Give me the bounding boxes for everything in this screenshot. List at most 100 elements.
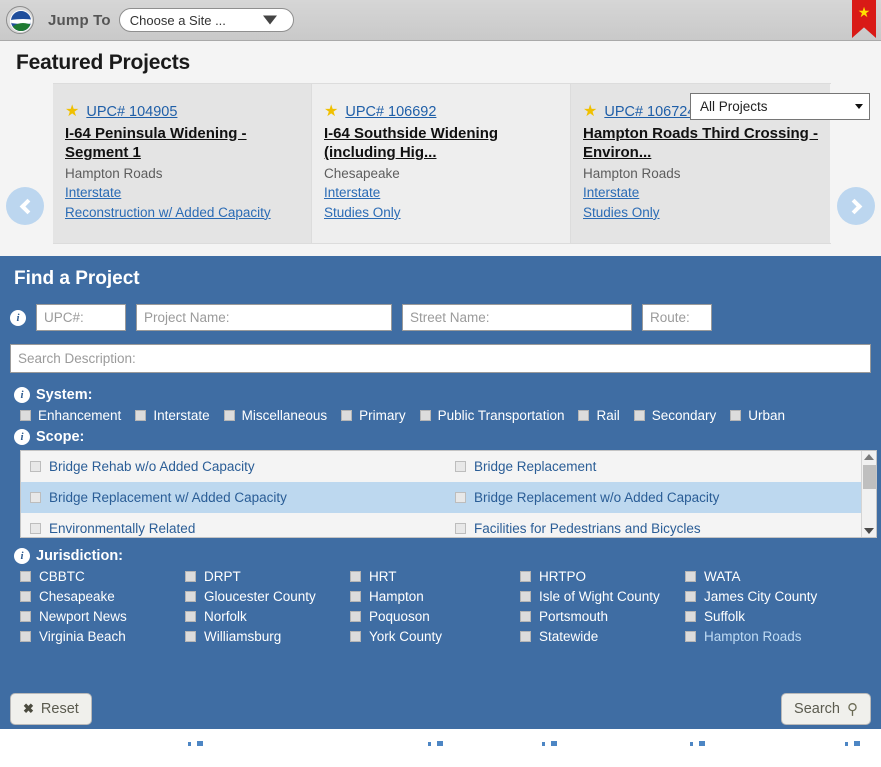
checkbox-icon[interactable]	[685, 611, 696, 622]
project-scope-link[interactable]: Reconstruction w/ Added Capacity	[65, 203, 299, 223]
checkbox-icon[interactable]	[20, 591, 31, 602]
checkbox-icon[interactable]	[20, 611, 31, 622]
jurisdiction-checkbox-statewide[interactable]: Statewide	[520, 629, 685, 644]
featured-project-card[interactable]: ★ UPC# 106692 I-64 Southside Widening (i…	[312, 84, 571, 243]
checkbox-icon[interactable]	[350, 611, 361, 622]
scope-list-box[interactable]: Bridge Rehab w/o Added Capacity Bridge R…	[20, 450, 877, 538]
system-checkbox-secondary[interactable]: Secondary	[633, 408, 716, 423]
project-filter-dropdown[interactable]: All Projects	[690, 93, 870, 120]
bookmark-ribbon[interactable]: ★	[852, 0, 876, 38]
checkbox-icon[interactable]	[20, 410, 31, 421]
system-checkbox-miscellaneous[interactable]: Miscellaneous	[223, 408, 327, 423]
checkbox-icon[interactable]	[455, 461, 466, 472]
jurisdiction-checkbox-hampton[interactable]: Hampton	[350, 589, 520, 604]
project-system-link[interactable]: Interstate	[324, 183, 558, 203]
info-icon[interactable]: i	[14, 548, 30, 564]
checkbox-icon[interactable]	[520, 591, 531, 602]
project-name-input[interactable]: Project Name:	[136, 304, 392, 331]
upc-input[interactable]: UPC#:	[36, 304, 126, 331]
checkbox-icon[interactable]	[633, 410, 645, 421]
jurisdiction-checkbox-williamsburg[interactable]: Williamsburg	[185, 629, 350, 644]
checkbox-icon[interactable]	[350, 571, 361, 582]
jurisdiction-checkbox-chesapeake[interactable]: Chesapeake	[20, 589, 185, 604]
jurisdiction-checkbox-gloucester-county[interactable]: Gloucester County	[185, 589, 350, 604]
jurisdiction-checkbox-poquoson[interactable]: Poquoson	[350, 609, 520, 624]
checkbox-icon[interactable]	[223, 410, 235, 421]
checkbox-icon[interactable]	[341, 410, 353, 421]
jurisdiction-checkbox-cbbtc[interactable]: CBBTC	[20, 569, 185, 584]
checkbox-icon[interactable]	[185, 591, 196, 602]
scroll-up-arrow-icon[interactable]	[864, 454, 874, 460]
checkbox-icon[interactable]	[185, 611, 196, 622]
site-select-dropdown[interactable]: Choose a Site ...	[118, 8, 294, 32]
checkbox-icon[interactable]	[455, 492, 466, 503]
checkbox-icon[interactable]	[30, 461, 41, 472]
jurisdiction-checkbox-isle-of-wight-county[interactable]: Isle of Wight County	[520, 589, 685, 604]
project-scope-link[interactable]: Studies Only	[583, 203, 818, 223]
project-scope-link[interactable]: Studies Only	[324, 203, 558, 223]
checkbox-icon[interactable]	[135, 410, 147, 421]
search-button[interactable]: Search ⚲	[781, 693, 871, 725]
jurisdiction-checkbox-hampton-roads[interactable]: Hampton Roads	[685, 629, 865, 644]
checkbox-icon[interactable]	[730, 410, 742, 421]
scope-checkbox-bridge-rehab-wo-added-capacity[interactable]: Bridge Rehab w/o Added Capacity	[21, 459, 446, 474]
jurisdiction-checkbox-newport-news[interactable]: Newport News	[20, 609, 185, 624]
checkbox-icon[interactable]	[520, 611, 531, 622]
jurisdiction-checkbox-hrt[interactable]: HRT	[350, 569, 520, 584]
checkbox-icon[interactable]	[20, 571, 31, 582]
info-icon[interactable]: i	[10, 309, 26, 326]
checkbox-icon[interactable]	[185, 631, 196, 642]
jurisdiction-checkbox-suffolk[interactable]: Suffolk	[685, 609, 865, 624]
project-title-link[interactable]: I-64 Peninsula Widening - Segment 1	[65, 124, 299, 163]
system-checkbox-enhancement[interactable]: Enhancement	[20, 408, 121, 423]
checkbox-icon[interactable]	[520, 571, 531, 582]
system-checkbox-rail[interactable]: Rail	[578, 408, 620, 423]
checkbox-icon[interactable]	[455, 523, 466, 534]
checkbox-icon[interactable]	[30, 492, 41, 503]
info-icon[interactable]: i	[14, 387, 30, 403]
jurisdiction-checkbox-portsmouth[interactable]: Portsmouth	[520, 609, 685, 624]
checkbox-icon[interactable]	[30, 523, 41, 534]
system-checkbox-public-transportation[interactable]: Public Transportation	[419, 408, 564, 423]
featured-project-card[interactable]: ★ UPC# 104905 I-64 Peninsula Widening - …	[53, 84, 312, 243]
carousel-prev-button[interactable]	[6, 187, 44, 225]
scrollbar-thumb[interactable]	[863, 465, 876, 489]
project-title-link[interactable]: Hampton Roads Third Crossing - Environ..…	[583, 124, 818, 163]
project-system-link[interactable]: Interstate	[583, 183, 818, 203]
checkbox-icon[interactable]	[685, 591, 696, 602]
system-checkbox-urban[interactable]: Urban	[730, 408, 785, 423]
vdot-seal-logo[interactable]	[6, 6, 34, 34]
system-checkbox-interstate[interactable]: Interstate	[135, 408, 210, 423]
checkbox-icon[interactable]	[350, 591, 361, 602]
scope-checkbox-bridge-replacement-w-added-capacity[interactable]: Bridge Replacement w/ Added Capacity	[21, 490, 446, 505]
scope-checkbox-facilities-for-pedestrians-and-bicycles[interactable]: Facilities for Pedestrians and Bicycles	[446, 521, 871, 536]
jurisdiction-checkbox-james-city-county[interactable]: James City County	[685, 589, 865, 604]
checkbox-icon[interactable]	[350, 631, 361, 642]
search-description-input[interactable]: Search Description:	[10, 344, 871, 373]
scope-checkbox-environmentally-related[interactable]: Environmentally Related	[21, 521, 446, 536]
scope-checkbox-bridge-replacement[interactable]: Bridge Replacement	[446, 459, 871, 474]
jurisdiction-checkbox-hrtpo[interactable]: HRTPO	[520, 569, 685, 584]
system-checkbox-primary[interactable]: Primary	[341, 408, 406, 423]
checkbox-icon[interactable]	[685, 631, 696, 642]
jurisdiction-checkbox-norfolk[interactable]: Norfolk	[185, 609, 350, 624]
project-system-link[interactable]: Interstate	[65, 183, 299, 203]
scope-list-scrollbar[interactable]	[861, 451, 876, 537]
checkbox-icon[interactable]	[419, 410, 431, 421]
carousel-next-button[interactable]	[837, 187, 875, 225]
jurisdiction-checkbox-wata[interactable]: WATA	[685, 569, 865, 584]
scroll-down-arrow-icon[interactable]	[864, 528, 874, 534]
info-icon[interactable]: i	[14, 429, 30, 445]
upc-link[interactable]: UPC# 104905	[86, 104, 177, 120]
scope-checkbox-bridge-replacement-wo-added-capacity[interactable]: Bridge Replacement w/o Added Capacity	[446, 490, 871, 505]
checkbox-icon[interactable]	[520, 631, 531, 642]
jurisdiction-checkbox-york-county[interactable]: York County	[350, 629, 520, 644]
reset-button[interactable]: ✖ Reset	[10, 693, 92, 725]
checkbox-icon[interactable]	[685, 571, 696, 582]
street-name-input[interactable]: Street Name:	[402, 304, 632, 331]
checkbox-icon[interactable]	[185, 571, 196, 582]
checkbox-icon[interactable]	[578, 410, 590, 421]
checkbox-icon[interactable]	[20, 631, 31, 642]
upc-link[interactable]: UPC# 106692	[345, 104, 436, 120]
upc-link[interactable]: UPC# 106724	[604, 104, 695, 120]
